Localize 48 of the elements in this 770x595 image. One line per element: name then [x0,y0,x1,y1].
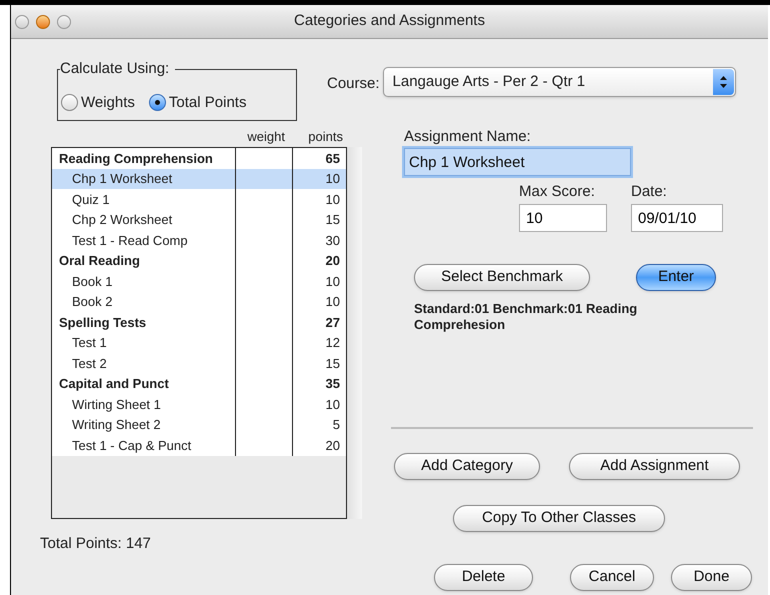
points-cell-text: 35 [324,375,341,393]
assignment-name-field[interactable]: Chp 1 Worksheet [404,148,631,176]
points-cell-text: 15 [324,354,341,372]
benchmark-description: Standard:01 Benchmark:01 Reading Comprehesion [414,301,638,333]
push-button[interactable]: Done [671,564,752,591]
points-cell-text: 10 [324,190,341,208]
points-cell-text: 15 [324,211,341,229]
points-cell-text: 10 [324,293,341,311]
points-cell-text: 65 [324,150,341,168]
points-cell-text: 5 [332,416,341,434]
points-cell-text: 27 [324,314,341,332]
points-cell-text: 10 [324,272,341,290]
push-button[interactable]: Select Benchmark [414,264,590,291]
close-button[interactable] [15,14,29,28]
points-cell-text: 20 [324,436,341,454]
points-cell-text: 10 [324,396,341,414]
minimize-button[interactable] [36,14,50,28]
radio-label: Total Points [168,92,246,112]
course-dropdown[interactable]: Langauge Arts - Per 2 - Qtr 1 [382,67,736,97]
window-title: Categories and Assignments [294,11,485,32]
push-button[interactable]: Delete [434,564,533,591]
max-score-field[interactable]: 10 [519,204,607,232]
radio-button[interactable] [61,94,78,112]
radio-button[interactable] [148,94,166,112]
push-button[interactable]: Enter [636,264,716,291]
points-cell-text: 20 [324,252,341,270]
zoom-button[interactable] [57,14,71,28]
push-button[interactable]: Add Assignment [569,453,740,480]
assignment-name-label: Assignment Name: [404,127,532,147]
date-field[interactable]: 09/01/10 [631,204,723,232]
radio-label: Weights [81,92,135,112]
points-cell-text: 12 [324,334,341,352]
name-cell: Test 1 - Cap & Punct [52,435,236,456]
column-header: points [307,128,344,146]
push-button[interactable]: Copy To Other Classes [453,505,665,532]
push-button[interactable]: Add Category [394,453,540,480]
group-label: Calculate Using: [60,60,176,78]
push-button[interactable]: Cancel [570,564,654,591]
max-score-label: Max Score: [519,182,596,202]
points-cell-text: 10 [324,170,341,188]
course-label: Course: [327,74,380,94]
course-value: Langauge Arts - Per 2 - Qtr 1 [392,72,586,92]
assignment-row[interactable]: Chp 1 Worksheet 10 [52,168,346,189]
total-points-label: Total Points: 147 [40,534,152,554]
date-label: Date: [631,182,668,202]
column-header: weight [246,128,286,146]
dropdown-arrows-icon [712,69,734,95]
points-cell-text: 30 [324,232,341,250]
